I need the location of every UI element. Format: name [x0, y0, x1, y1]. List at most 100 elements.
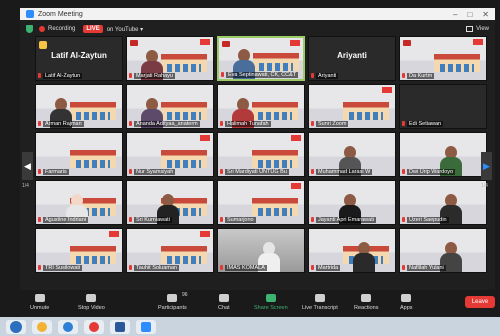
reaction-icon [361, 294, 372, 302]
muted-mic-icon [129, 217, 132, 222]
zoom-logo-icon [26, 10, 34, 18]
raised-hand-icon [39, 41, 47, 49]
logo-icon [291, 183, 301, 189]
video-tile[interactable]: Marjati Rahayu [126, 36, 214, 81]
logo-icon [200, 231, 210, 237]
share-screen-button[interactable]: Share Screen [254, 294, 288, 311]
muted-mic-icon [311, 121, 314, 126]
leave-button[interactable]: Leave [465, 296, 495, 308]
video-tile[interactable]: Latif Al-Zaytun Latif Al-Zaytun [35, 36, 123, 81]
muted-mic-icon [129, 265, 132, 270]
taskbar-app[interactable] [32, 319, 52, 334]
view-button[interactable]: View [466, 26, 489, 32]
previous-page-button[interactable]: ◀ [22, 152, 33, 180]
muted-mic-icon [311, 217, 314, 222]
cc-icon [314, 294, 325, 302]
video-tile[interactable]: TRI Susilowati [35, 228, 123, 273]
participant-name: Farmaris [43, 169, 69, 175]
minimize-icon[interactable]: – [453, 10, 457, 19]
video-tile[interactable]: Eva Septinawati, CK, CC&T [217, 36, 305, 81]
stop-video-label: Stop Video [78, 305, 105, 311]
muted-mic-icon [402, 217, 405, 222]
logo-icon [200, 39, 210, 45]
window-titlebar: Zoom Meeting – □ ✕ [20, 8, 495, 20]
video-tile[interactable]: Arman Rajman [35, 84, 123, 129]
video-tile[interactable]: Sunri Zoom [308, 84, 396, 129]
share-screen-icon [265, 294, 276, 302]
video-tile[interactable]: Sri Kurniawati [126, 180, 214, 225]
muted-mic-icon [311, 73, 314, 78]
youtube-label[interactable]: on YouTube ▾ [107, 26, 144, 33]
muted-mic-icon [38, 121, 41, 126]
page-indicator-left: 1/4 [22, 183, 29, 189]
participant-name: Sunri Zoom [316, 121, 349, 127]
video-tile[interactable]: Sumarjono [217, 180, 305, 225]
school-building [252, 150, 298, 168]
video-tile[interactable]: Da Kurtm [399, 36, 487, 81]
video-tile[interactable]: Farmaris [35, 132, 123, 177]
unmute-button[interactable]: Unmute [30, 294, 49, 311]
video-tile[interactable]: Ananda Adityaa_anaterm [126, 84, 214, 129]
video-tile[interactable]: Martrida [308, 228, 396, 273]
security-shield-icon[interactable] [26, 25, 33, 33]
taskbar-app[interactable] [110, 319, 130, 334]
muted-mic-icon [129, 73, 132, 78]
windows-orb-icon [10, 320, 22, 333]
video-tile[interactable]: Tauhit Soluaman [126, 228, 214, 273]
participant-name: Latif Al-Zaytun [43, 73, 83, 79]
recording-icon [39, 26, 45, 32]
video-tile[interactable]: Muhammad Larasi W [308, 132, 396, 177]
video-tile[interactable]: Agustine Indriani [35, 180, 123, 225]
participant-name: Naflilah Yulani [407, 265, 446, 271]
flag-icon [130, 40, 138, 46]
chat-button[interactable]: Chat [218, 294, 230, 311]
video-tile[interactable]: IMAS KOMALA [217, 228, 305, 273]
next-page-button[interactable]: ▶ [481, 152, 492, 180]
participant-name: Tauhit Soluaman [134, 265, 179, 271]
close-icon[interactable]: ✕ [482, 10, 489, 19]
school-building [161, 54, 207, 72]
school-building [70, 102, 116, 120]
maximize-icon[interactable]: □ [467, 10, 472, 19]
muted-mic-icon [402, 73, 405, 78]
video-tile[interactable]: Edi Setiawan [399, 84, 487, 129]
live-transcript-button[interactable]: Live Transcript [302, 294, 338, 311]
participant-name-large: Latif Al-Zaytun [51, 51, 107, 60]
participant-video [353, 242, 375, 272]
school-building [70, 150, 116, 168]
meeting-toolbar: Unmute Stop Video Participants 96 Chat S… [20, 290, 495, 316]
school-building [161, 246, 207, 264]
video-tile[interactable]: Uzeri Saepudin [399, 180, 487, 225]
stop-video-button[interactable]: Stop Video [78, 294, 105, 311]
video-tile[interactable]: Ariyanti Ariyanti [308, 36, 396, 81]
video-tile[interactable]: Naflilah Yulani [399, 228, 487, 273]
taskbar-app[interactable] [58, 319, 78, 334]
video-tile[interactable]: Nur Syamsiyah [126, 132, 214, 177]
muted-mic-icon [402, 121, 405, 126]
folder-icon [37, 321, 47, 332]
school-building [253, 53, 299, 71]
live-badge: LIVE [83, 25, 103, 33]
taskbar-app[interactable] [84, 319, 104, 334]
video-tile[interactable]: Halimah Tunafah [217, 84, 305, 129]
word-icon [115, 321, 125, 332]
participant-name-large: Ariyanti [337, 51, 367, 60]
participant-name: Uzeri Saepudin [407, 217, 449, 223]
share-screen-label: Share Screen [254, 305, 288, 311]
start-button[interactable] [6, 319, 26, 334]
chat-icon [218, 294, 229, 302]
apps-button[interactable]: Apps [400, 294, 413, 311]
page-indicator-right: 1/4 [481, 183, 488, 189]
taskbar-app[interactable] [136, 319, 156, 334]
muted-mic-icon [129, 121, 132, 126]
participant-name: TRI Susilowati [43, 265, 83, 271]
muted-mic-icon [220, 265, 223, 270]
video-tile[interactable]: Jayanti Apri Emarawati [308, 180, 396, 225]
muted-mic-icon [221, 72, 224, 77]
school-building [252, 102, 298, 120]
school-building [161, 150, 207, 168]
video-tile[interactable]: Dwi Urip Wardoyo [399, 132, 487, 177]
reactions-button[interactable]: Reactions [354, 294, 378, 311]
video-tile[interactable]: Sri Mardiyati UNTUG Bu [217, 132, 305, 177]
unmute-label: Unmute [30, 305, 50, 311]
